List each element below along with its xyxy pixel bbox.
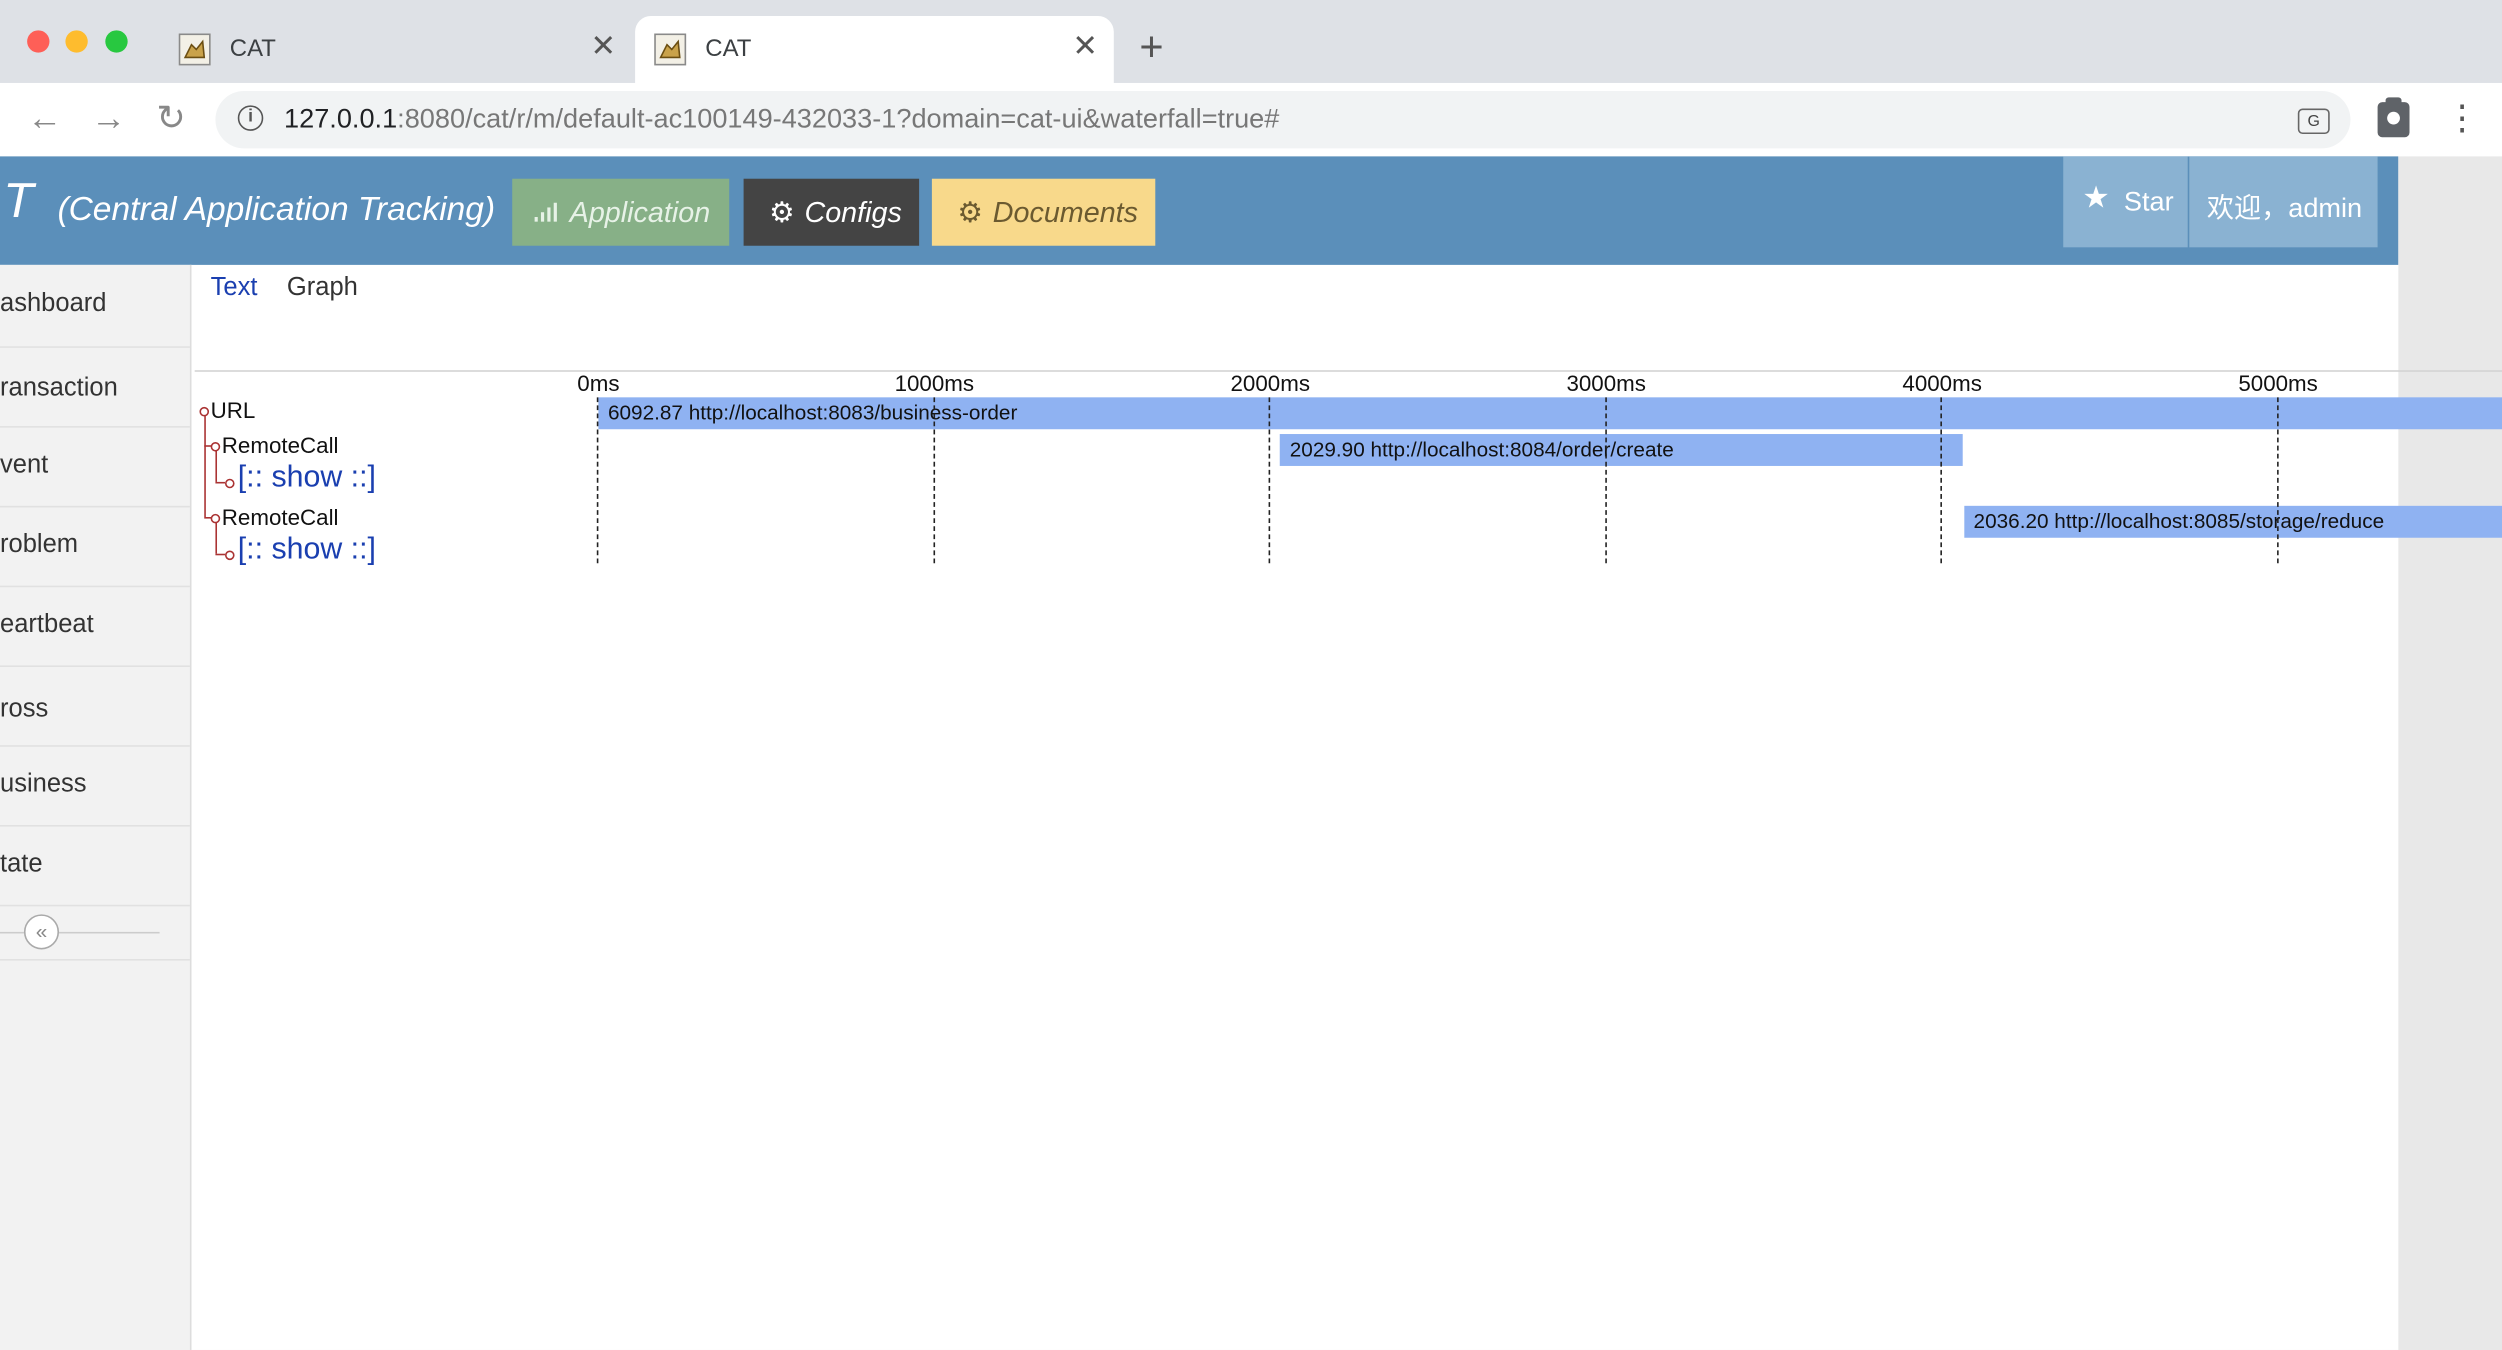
new-tab-icon[interactable]: +: [1139, 26, 1163, 67]
minimize-window-button[interactable]: [65, 30, 88, 53]
tick-label: 2000ms: [1230, 370, 1310, 396]
show-details-link[interactable]: [:: show ::]: [238, 461, 376, 496]
tree-node-icon: [210, 513, 221, 524]
tab-title: CAT: [705, 35, 752, 63]
view-tabs: Text Graph: [211, 274, 358, 303]
tick-label: 1000ms: [894, 370, 975, 396]
sidebar-item-state[interactable]: tate: [0, 827, 190, 907]
close-tab-icon[interactable]: ✕: [591, 30, 616, 65]
span-bar[interactable]: 2029.90 http://localhost:8084/order/crea…: [1280, 434, 1963, 466]
forward-arrow-icon[interactable]: →: [91, 98, 126, 137]
sidebar: ashboard ransaction vent roblem eartbeat…: [0, 264, 192, 1350]
tree-connector: [215, 449, 218, 482]
brand-subtitle: (Central Application Tracking): [57, 191, 496, 229]
site-info-icon[interactable]: i: [237, 105, 264, 131]
tree-label-remote-call: RemoteCall: [221, 432, 339, 458]
sidebar-item-dashboard[interactable]: ashboard: [0, 265, 190, 348]
browser-tab-2[interactable]: CAT ✕: [635, 15, 1114, 83]
sidebar-separator: [0, 959, 190, 961]
tab-graph[interactable]: Graph: [287, 274, 358, 301]
browser-tab-1[interactable]: CAT ✕: [160, 16, 632, 83]
gears-icon: ⚙: [769, 196, 795, 229]
span-bar[interactable]: 2036.20 http://localhost:8085/storage/re…: [1963, 505, 2502, 538]
app-header: T (Central Application Tracking) Applica…: [0, 156, 2399, 265]
tick-gridline: [933, 397, 935, 564]
star-button[interactable]: ★ Star: [2063, 156, 2188, 248]
tick-gridline: [1269, 397, 1271, 564]
gears-icon: ⚙: [957, 196, 984, 229]
user-menu[interactable]: 欢迎，admin: [2189, 156, 2378, 248]
tree-node-icon: [224, 550, 235, 561]
sidebar-item-heartbeat[interactable]: eartbeat: [0, 587, 190, 668]
tab-title: CAT: [229, 35, 276, 63]
configs-button[interactable]: ⚙ Configs: [743, 178, 920, 246]
browser-window: CAT ✕ CAT ✕ + ← → ↻ i 127.0.0.1:8080/cat…: [0, 0, 2502, 1350]
tree-connector: [215, 521, 218, 554]
url-text[interactable]: 127.0.0.1:8080/cat/r/m/default-ac100149-…: [284, 104, 1279, 136]
span-bar[interactable]: 6092.87 http://localhost:8083/business-o…: [598, 397, 2502, 430]
page-gutter: [2398, 156, 2502, 1350]
maximize-window-button[interactable]: [105, 30, 128, 53]
tree-connector: [204, 411, 206, 518]
waterfall-header-rule: [194, 370, 2502, 372]
tick-label: 5000ms: [2238, 370, 2318, 396]
tab-strip: CAT ✕ CAT ✕ +: [0, 0, 2502, 83]
sidebar-item-transaction[interactable]: ransaction: [0, 348, 190, 428]
sidebar-item-event[interactable]: vent: [0, 428, 190, 508]
browser-menu-icon[interactable]: ⋮: [2445, 98, 2480, 137]
reload-icon[interactable]: ↻: [156, 98, 185, 137]
tree-node-icon: [210, 442, 221, 452]
tree-node-icon: [199, 406, 210, 417]
sidebar-item-cross[interactable]: ross: [0, 667, 190, 747]
tick-label: 4000ms: [1902, 370, 1982, 396]
tick-gridline: [2276, 397, 2279, 564]
documents-button[interactable]: ⚙ Documents: [931, 178, 1156, 246]
tree-connector: [215, 553, 225, 556]
tick-gridline: [1605, 397, 1607, 564]
star-icon: ★: [2082, 181, 2110, 216]
tick-label: 3000ms: [1566, 370, 1646, 396]
collapse-sidebar-icon[interactable]: «: [23, 914, 60, 950]
brand-logo: T: [3, 172, 34, 229]
application-button[interactable]: Application: [512, 178, 730, 246]
cat-favicon-icon: [654, 33, 687, 66]
browser-toolbar: ← → ↻ i 127.0.0.1:8080/cat/r/m/default-a…: [0, 82, 2502, 157]
tree-node-icon: [224, 478, 235, 489]
tree-label-remote-call: RemoteCall: [221, 504, 339, 530]
sidebar-item-problem[interactable]: roblem: [0, 507, 190, 588]
close-tab-icon[interactable]: ✕: [1072, 30, 1097, 65]
cat-favicon-icon: [178, 33, 211, 66]
back-arrow-icon[interactable]: ←: [27, 98, 62, 137]
clipboard-extension-icon[interactable]: [2377, 97, 2410, 138]
tick-gridline: [1940, 397, 1943, 564]
address-bar[interactable]: i 127.0.0.1:8080/cat/r/m/default-ac10014…: [215, 90, 2351, 149]
signal-bars-icon: [534, 179, 561, 246]
translate-icon[interactable]: G: [2297, 108, 2330, 135]
tree-label-url: URL: [210, 397, 256, 423]
close-window-button[interactable]: [27, 30, 50, 53]
tick-gridline: [597, 397, 599, 564]
show-details-link[interactable]: [:: show ::]: [238, 533, 376, 568]
tab-text[interactable]: Text: [211, 274, 258, 301]
sidebar-item-business[interactable]: usiness: [0, 747, 190, 827]
tick-label: 0ms: [577, 370, 620, 396]
tree-connector: [215, 481, 225, 484]
